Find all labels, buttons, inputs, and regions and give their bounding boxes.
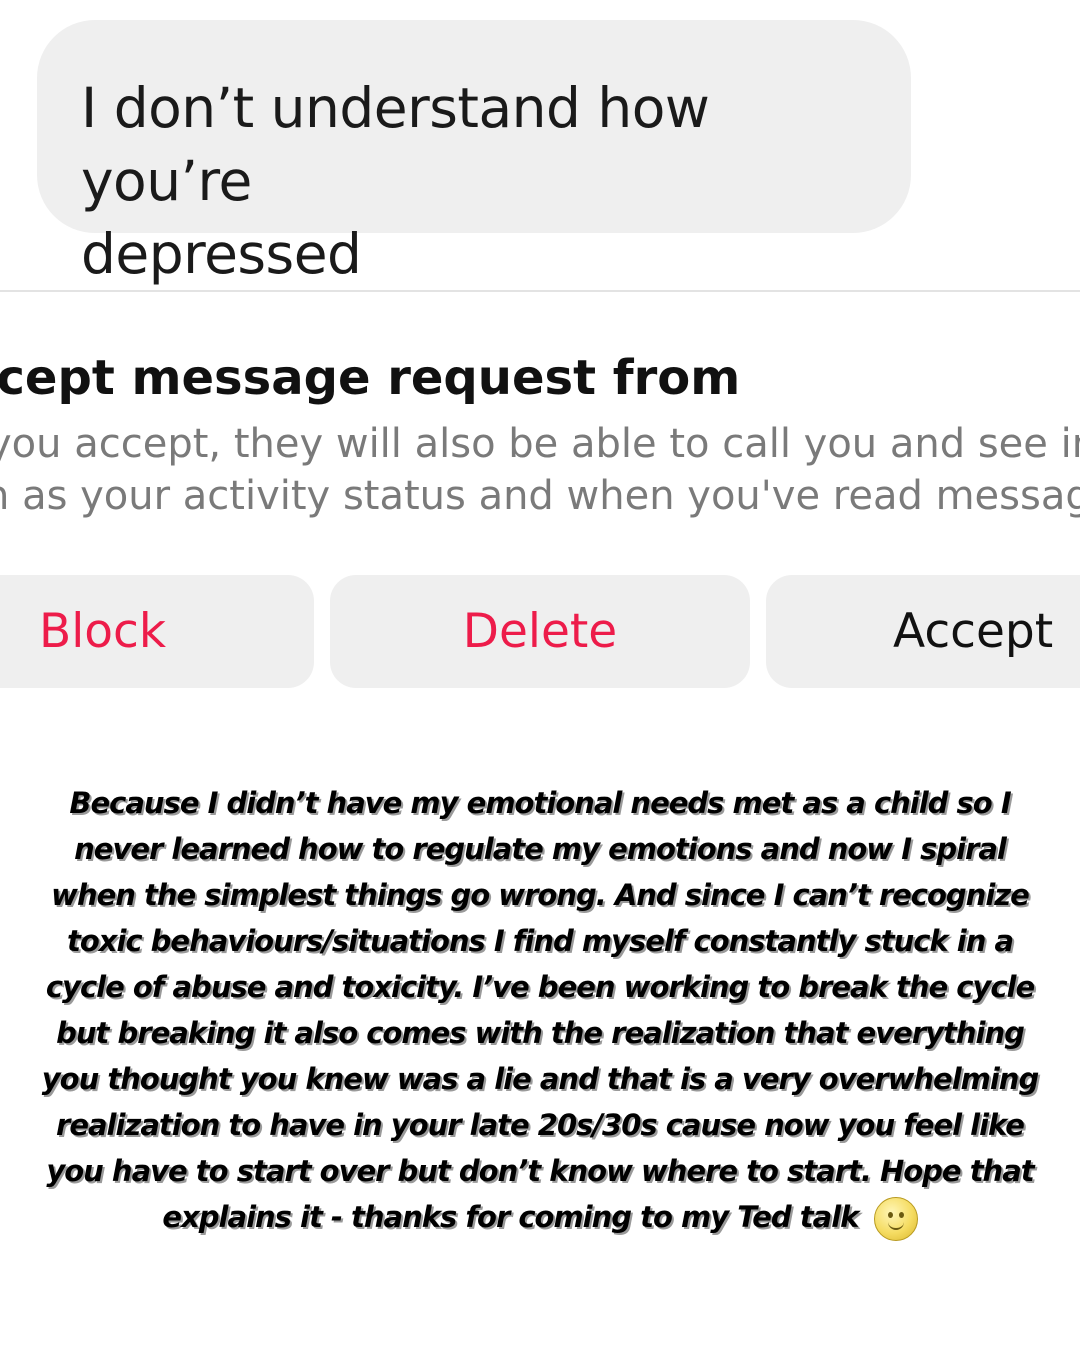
caption-text: Because I didn’t have my emotional needs… xyxy=(41,786,1039,1234)
request-description-line1: you accept, they will also be able to ca… xyxy=(0,421,1080,467)
block-button[interactable]: Block xyxy=(0,575,314,688)
request-description: you accept, they will also be able to ca… xyxy=(0,418,1080,522)
message-text-line2: depressed xyxy=(81,222,362,286)
delete-button[interactable]: Delete xyxy=(330,575,750,688)
message-bubble[interactable]: I don’t understand how you’re depressed xyxy=(37,20,911,286)
block-button-label: Block xyxy=(39,604,167,659)
request-title: ccept message request from xyxy=(0,350,741,406)
message-text: I don’t understand how you’re depressed xyxy=(81,72,871,291)
story-caption: Because I didn’t have my emotional needs… xyxy=(40,780,1040,1241)
accept-button-label: Accept xyxy=(893,604,1054,659)
accept-button[interactable]: Accept xyxy=(766,575,1080,688)
divider xyxy=(0,290,1080,292)
smiling-face-emoji-icon xyxy=(873,1197,918,1241)
message-text-line1: I don’t understand how you’re xyxy=(81,76,710,213)
request-description-line2: n as your activity status and when you'v… xyxy=(0,473,1080,519)
delete-button-label: Delete xyxy=(462,604,618,659)
